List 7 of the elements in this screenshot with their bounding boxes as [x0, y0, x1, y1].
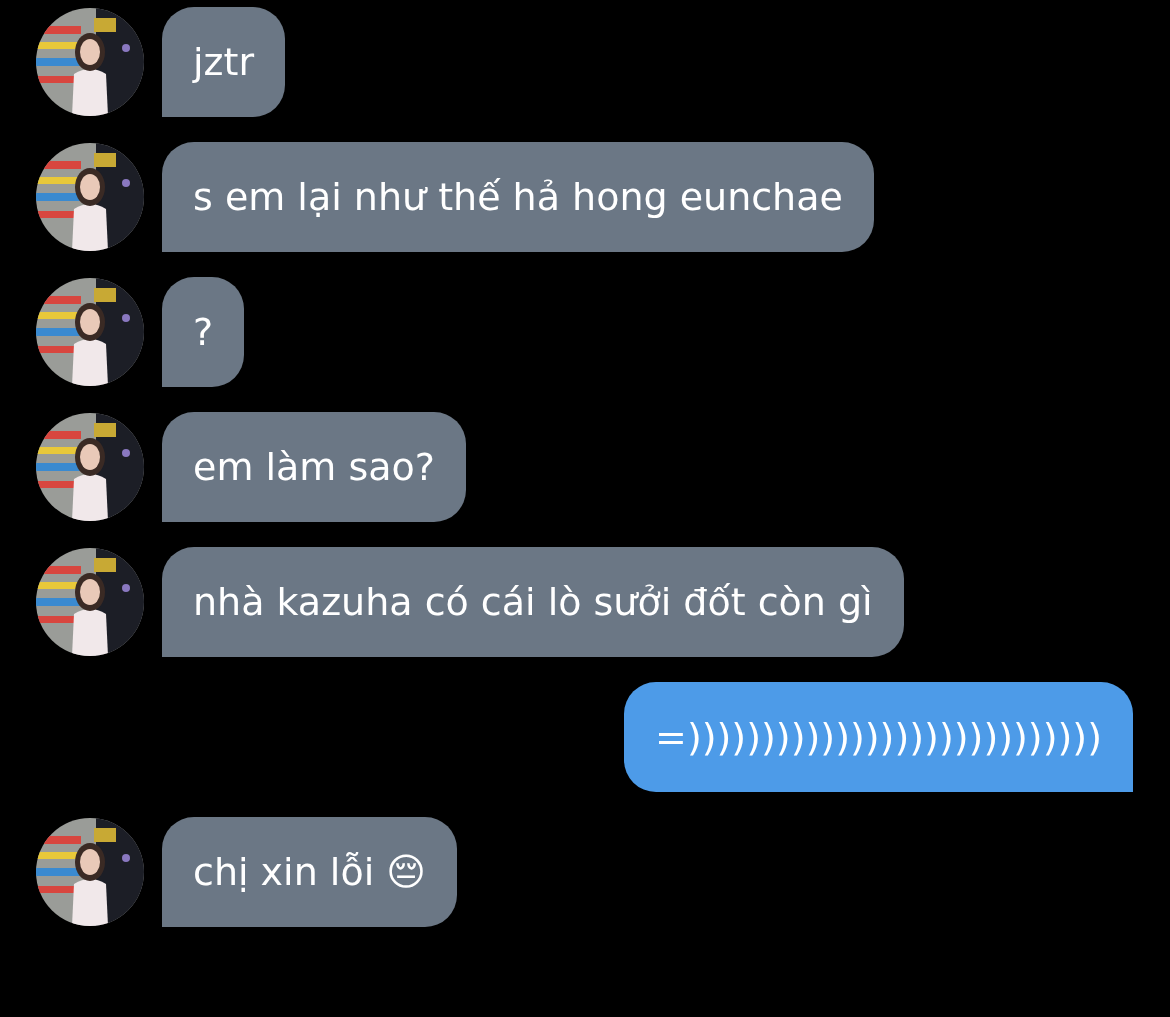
message-bubble: s em lại như thế hả hong eunchae: [162, 142, 874, 252]
message-bubble: chị xin lỗi 😔: [162, 817, 457, 927]
message-bubble: =)))))))))))))))))))))))))))): [624, 682, 1133, 792]
message-bubble: ?: [162, 277, 245, 387]
message-bubble: em làm sao?: [162, 412, 466, 522]
message-bubble: nhà kazuha có cái lò sưởi đốt còn gì: [162, 547, 904, 657]
message-bubble: jztr: [162, 7, 286, 117]
